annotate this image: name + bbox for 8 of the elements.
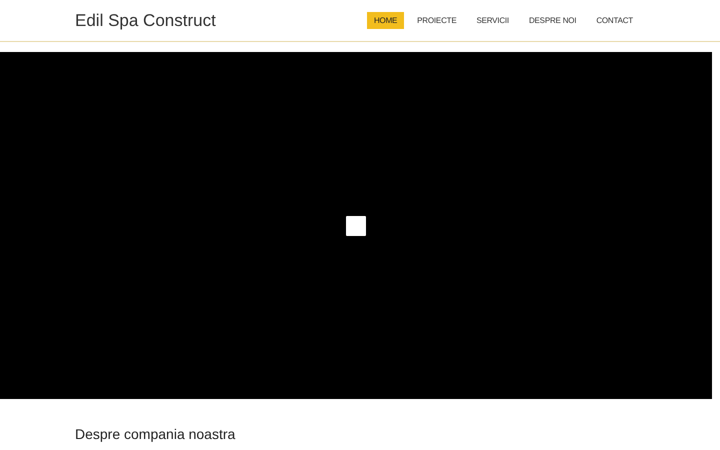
nav-link[interactable]: CONTACT: [589, 12, 640, 29]
section-heading: Despre compania noastra: [75, 426, 236, 442]
nav-link[interactable]: HOME: [366, 12, 404, 29]
nav-link[interactable]: SERVICII: [469, 12, 516, 29]
nav-link[interactable]: PROIECTE: [410, 12, 464, 29]
nav-link[interactable]: DESPRE NOI: [522, 12, 584, 29]
stop-icon[interactable]: [346, 216, 366, 236]
site-logo[interactable]: Edil Spa Construct: [75, 10, 216, 30]
